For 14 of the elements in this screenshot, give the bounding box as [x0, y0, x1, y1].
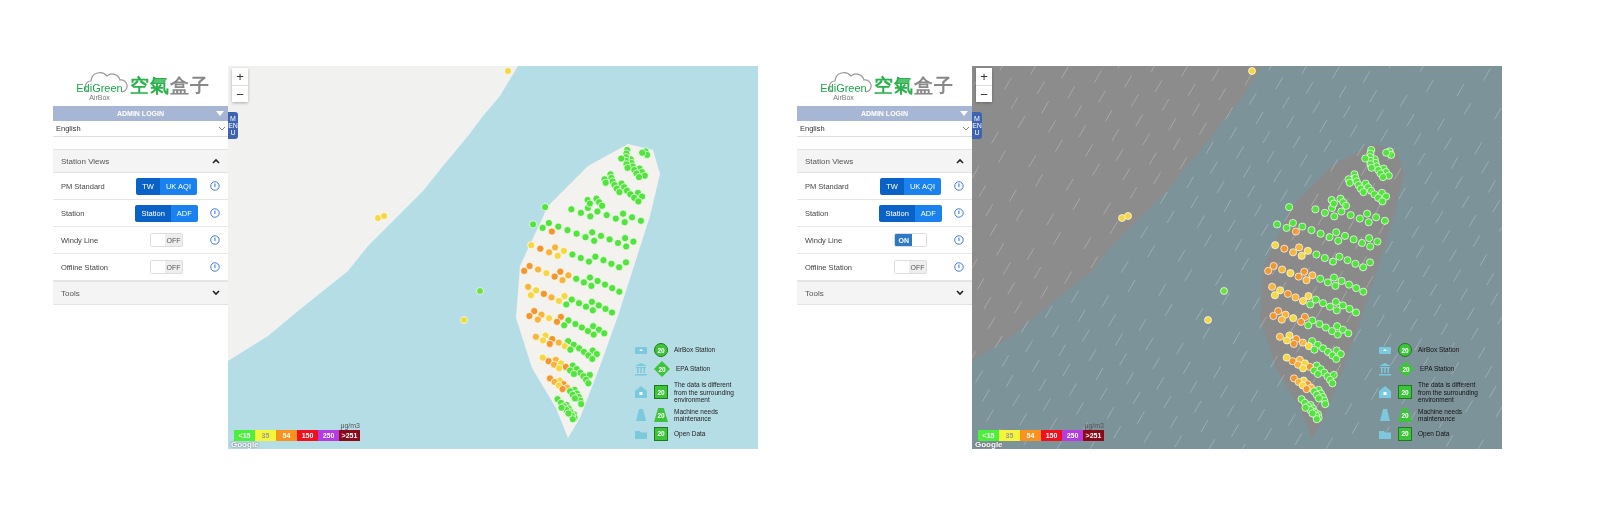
- section-header[interactable]: Tools: [797, 281, 972, 305]
- zoom-in-button[interactable]: +: [232, 68, 248, 85]
- logo-title: 空氣盒子: [873, 74, 954, 98]
- zoom-in-button[interactable]: +: [976, 68, 992, 85]
- section-header[interactable]: Station Views: [53, 149, 228, 173]
- logo-title: 空氣盒子: [129, 74, 210, 98]
- logo-brand: EdiGreen: [76, 83, 123, 94]
- logo-brand: EdiGreen: [820, 83, 867, 94]
- map-attribution: Google: [231, 440, 259, 449]
- zoom-out-button[interactable]: −: [976, 85, 992, 102]
- section-header[interactable]: Tools: [53, 281, 228, 305]
- map-attribution: Google: [975, 440, 1003, 449]
- zoom-out-button[interactable]: −: [232, 85, 248, 102]
- section-header[interactable]: Station Views: [797, 149, 972, 173]
